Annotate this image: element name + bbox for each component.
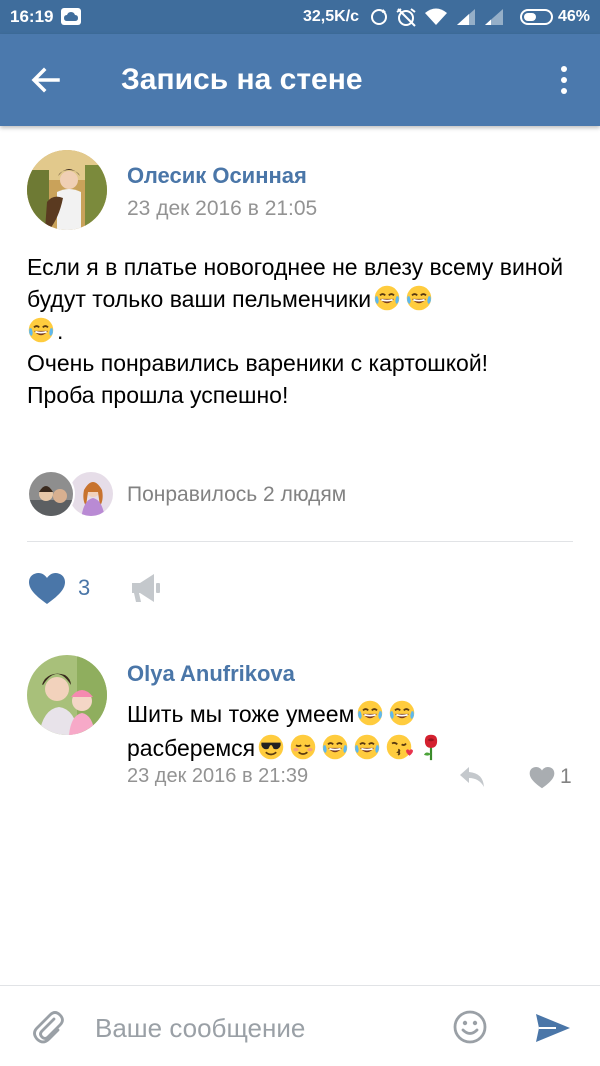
commenter-avatar[interactable] bbox=[27, 655, 107, 735]
laughing-tears-emoji bbox=[405, 284, 433, 312]
laughing-tears-emoji bbox=[356, 699, 384, 727]
sync-icon bbox=[371, 9, 387, 25]
likes-summary[interactable]: Понравилось 2 людям bbox=[127, 483, 346, 507]
likers-avatars[interactable] bbox=[27, 470, 117, 518]
like-count: 3 bbox=[78, 575, 91, 600]
back-button[interactable] bbox=[24, 58, 68, 102]
rose-emoji bbox=[417, 733, 445, 761]
paperclip-icon bbox=[33, 1011, 64, 1044]
comment-text-line-1: Шить мы тоже умеем bbox=[127, 701, 355, 727]
post-text: Если я в платье новогоднее не влезу всем… bbox=[27, 251, 577, 411]
smiley-icon bbox=[453, 1010, 487, 1044]
liker-avatar bbox=[27, 470, 75, 518]
status-time: 16:19 bbox=[10, 7, 54, 26]
author-name[interactable]: Олесик Осинная bbox=[127, 163, 307, 189]
comment-like-button[interactable] bbox=[529, 766, 555, 790]
battery-icon bbox=[520, 9, 553, 25]
share-button[interactable] bbox=[130, 572, 162, 604]
post-text-line-3: Проба прошла успешно! bbox=[27, 382, 289, 408]
send-icon bbox=[536, 1014, 570, 1042]
comment-text: Шить мы тоже умеем расберемся bbox=[127, 697, 567, 765]
author-avatar[interactable] bbox=[27, 150, 107, 230]
signal-icon bbox=[457, 9, 475, 25]
commenter-name[interactable]: Olya Anufrikova bbox=[127, 661, 295, 687]
post-date[interactable]: 23 дек 2016 в 21:05 bbox=[127, 197, 317, 221]
arrow-back-icon bbox=[31, 67, 60, 93]
more-options-button[interactable] bbox=[550, 60, 578, 100]
sunglasses-emoji bbox=[257, 733, 285, 761]
heart-icon bbox=[29, 573, 65, 604]
comment-date: 23 дек 2016 в 21:39 bbox=[127, 765, 309, 787]
reply-icon bbox=[460, 767, 484, 787]
attach-button[interactable] bbox=[32, 1010, 64, 1046]
like-button[interactable] bbox=[28, 572, 66, 606]
laughing-tears-emoji bbox=[373, 284, 401, 312]
kissing-heart-emoji bbox=[385, 733, 413, 761]
laughing-tears-emoji bbox=[321, 733, 349, 761]
message-input[interactable] bbox=[95, 1008, 435, 1048]
comment-like-count: 1 bbox=[560, 765, 572, 788]
divider bbox=[27, 541, 573, 542]
laughing-tears-emoji bbox=[27, 316, 55, 344]
smiling-emoji bbox=[289, 733, 317, 761]
laughing-tears-emoji bbox=[388, 699, 416, 727]
post-text-line-1-end: . bbox=[57, 318, 64, 344]
status-bar: 16:19 32,5K/c 46% bbox=[0, 0, 600, 34]
message-composer bbox=[0, 985, 600, 1066]
comment-text-line-2: расберемся bbox=[127, 735, 256, 761]
cloud-icon bbox=[61, 8, 81, 25]
page-title: Запись на стене bbox=[121, 63, 363, 96]
heart-icon bbox=[529, 767, 555, 789]
reply-button[interactable] bbox=[458, 765, 486, 789]
battery-percent: 46% bbox=[558, 8, 591, 25]
megaphone-icon bbox=[132, 574, 160, 602]
laughing-tears-emoji bbox=[353, 733, 381, 761]
send-button[interactable] bbox=[534, 1012, 572, 1044]
post-text-line-2: Очень понравились вареники с картошкой! bbox=[27, 350, 489, 376]
app-bar: Запись на стене bbox=[0, 34, 600, 126]
signal-icon bbox=[485, 9, 503, 25]
network-speed: 32,5K/c bbox=[303, 8, 360, 25]
post-text-line-1: Если я в платье новогоднее не влезу всем… bbox=[27, 254, 564, 312]
wifi-icon bbox=[425, 8, 447, 25]
emoji-button[interactable] bbox=[453, 1010, 487, 1044]
alarm-off-icon bbox=[396, 8, 416, 27]
